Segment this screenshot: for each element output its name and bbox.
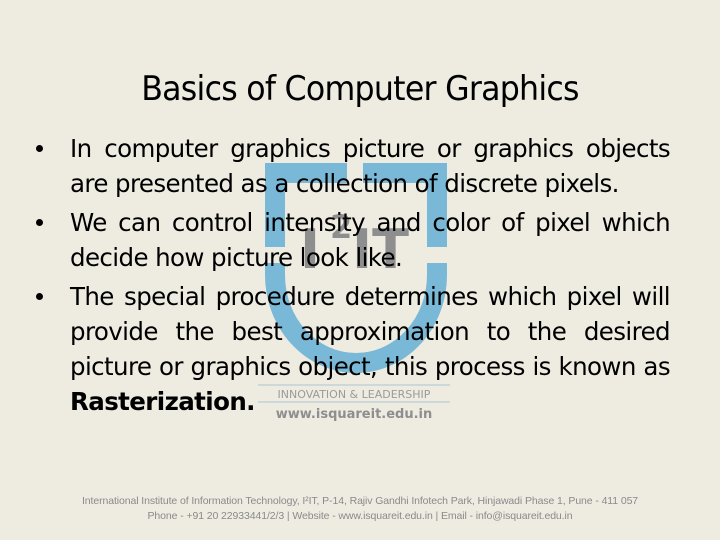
bullet-item: In computer graphics picture or graphics…: [36, 131, 671, 201]
bullet-list: In computer graphics picture or graphics…: [36, 131, 671, 423]
bullet-item: The special procedure determines which p…: [36, 279, 671, 419]
bullet-text: We can control intensity and color of pi…: [70, 208, 671, 272]
bullet-icon: [36, 145, 43, 152]
slide: I 2 IT INNOVATION & LEADERSHIP www.isqua…: [0, 0, 720, 540]
bullet-text: In computer graphics picture or graphics…: [70, 134, 671, 198]
bullet-icon: [36, 219, 43, 226]
footer: International Institute of Information T…: [0, 494, 720, 524]
slide-title: Basics of Computer Graphics: [141, 68, 579, 109]
bullet-text: The special procedure determines which p…: [70, 282, 671, 381]
footer-address: International Institute of Information T…: [81, 495, 639, 507]
bullet-icon: [36, 293, 43, 300]
bullet-item: We can control intensity and color of pi…: [36, 205, 671, 275]
footer-contact: Phone - +91 20 22933441/2/3 | Website - …: [147, 510, 573, 522]
bullet-bold-term: Rasterization.: [70, 387, 255, 416]
